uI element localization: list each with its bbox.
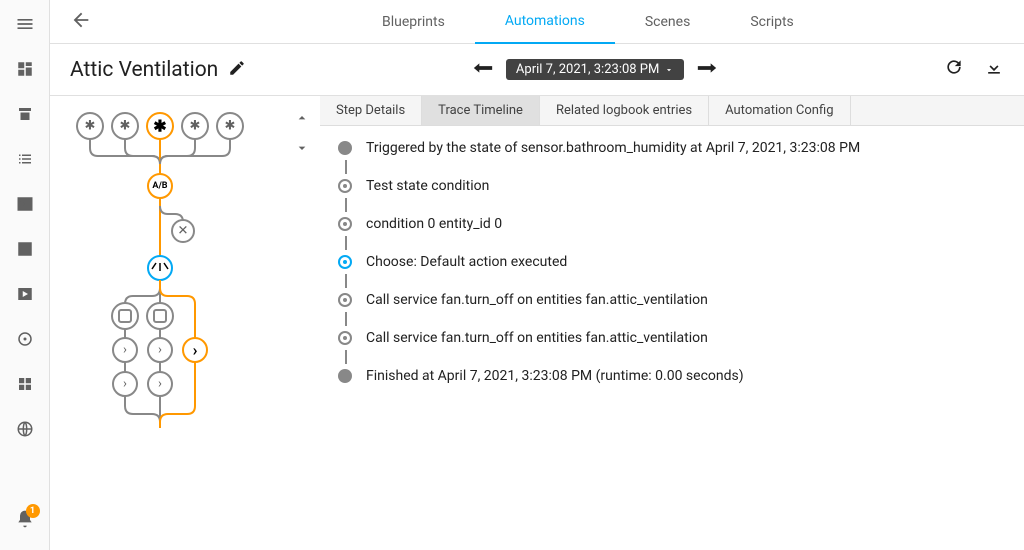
list-icon[interactable]	[16, 150, 34, 173]
tab-scripts[interactable]: Scripts	[720, 0, 823, 44]
detail-pane: Step Details Trace Timeline Related logb…	[320, 96, 1024, 550]
timeline-connector	[345, 198, 347, 212]
trace-datetime-text: April 7, 2021, 3:23:08 PM	[516, 62, 659, 77]
trace-timeline: Triggered by the state of sensor.bathroo…	[320, 126, 1024, 550]
tab-scenes[interactable]: Scenes	[615, 0, 720, 44]
edit-icon[interactable]	[228, 59, 246, 81]
timeline-connector	[345, 274, 347, 288]
timeline-step[interactable]: Finished at April 7, 2021, 3:23:08 PM (r…	[338, 368, 1006, 384]
terminal-icon[interactable]	[16, 195, 34, 218]
left-sidebar: 1	[0, 0, 50, 550]
timeline-marker	[338, 331, 352, 345]
detail-tab-timeline[interactable]: Trace Timeline	[422, 96, 540, 125]
energy-icon[interactable]	[16, 105, 34, 128]
timeline-step-label: Finished at April 7, 2021, 3:23:08 PM (r…	[366, 368, 744, 384]
hamburger-icon[interactable]	[15, 14, 35, 38]
chart-icon[interactable]	[16, 240, 34, 263]
svg-text:✱: ✱	[190, 119, 201, 134]
main-pane: Blueprints Automations Scenes Scripts At…	[50, 0, 1024, 550]
page-title: Attic Ventilation	[70, 58, 218, 82]
timeline-marker	[338, 217, 352, 231]
svg-text:✱: ✱	[225, 119, 236, 134]
timeline-step-label: Triggered by the state of sensor.bathroo…	[366, 140, 860, 156]
trace-graph[interactable]: ✱ ✱ ✱ ✱ ✱ A/B ✕	[65, 106, 295, 446]
timeline-connector	[345, 160, 347, 174]
svg-text:✱: ✱	[120, 119, 131, 134]
timeline-marker	[338, 293, 352, 307]
timeline-step[interactable]: Choose: Default action executed	[338, 254, 1006, 270]
next-trace-button[interactable]	[696, 59, 718, 80]
diagram-scroll-down[interactable]	[294, 140, 310, 160]
esphome-icon[interactable]	[16, 330, 34, 353]
timeline-step-label: Test state condition	[366, 178, 489, 194]
dashboard-icon[interactable]	[16, 60, 34, 83]
timeline-step-label: Call service fan.turn_off on entities fa…	[366, 292, 708, 308]
media-icon[interactable]	[16, 285, 34, 308]
timeline-marker	[338, 179, 352, 193]
trace-datetime-chip[interactable]: April 7, 2021, 3:23:08 PM	[506, 59, 684, 80]
notifications-icon[interactable]: 1	[15, 509, 35, 534]
timeline-step[interactable]: condition 0 entity_id 0	[338, 216, 1006, 232]
tab-automations[interactable]: Automations	[475, 0, 615, 44]
timeline-marker	[338, 369, 352, 383]
detail-tab-logbook[interactable]: Related logbook entries	[540, 96, 709, 125]
top-tabs: Blueprints Automations Scenes Scripts	[50, 0, 1024, 44]
timeline-step-label: Call service fan.turn_off on entities fa…	[366, 330, 708, 346]
svg-text:›: ›	[158, 377, 162, 392]
refresh-button[interactable]	[944, 57, 964, 82]
tab-blueprints[interactable]: Blueprints	[352, 0, 475, 44]
timeline-step[interactable]: Test state condition	[338, 178, 1006, 194]
diagram-scroll-up[interactable]	[294, 110, 310, 130]
trace-diagram-pane: ✱ ✱ ✱ ✱ ✱ A/B ✕	[50, 96, 320, 550]
globe-icon[interactable]	[16, 420, 34, 443]
svg-text:›: ›	[158, 343, 162, 358]
timeline-connector	[345, 350, 347, 364]
timeline-step[interactable]: Triggered by the state of sensor.bathroo…	[338, 140, 1006, 156]
svg-text:›: ›	[123, 377, 127, 392]
svg-text:✱: ✱	[153, 117, 166, 136]
svg-text:✕: ✕	[178, 224, 189, 239]
timeline-step[interactable]: Call service fan.turn_off on entities fa…	[338, 292, 1006, 308]
prev-trace-button[interactable]	[472, 59, 494, 80]
back-button[interactable]	[70, 9, 92, 35]
addons-icon[interactable]	[16, 375, 34, 398]
detail-tab-step[interactable]: Step Details	[320, 96, 422, 125]
timeline-connector	[345, 236, 347, 250]
timeline-marker	[338, 141, 352, 155]
detail-tabs: Step Details Trace Timeline Related logb…	[320, 96, 1024, 126]
svg-text:›: ›	[193, 341, 198, 360]
timeline-step[interactable]: Call service fan.turn_off on entities fa…	[338, 330, 1006, 346]
chevron-down-icon	[664, 65, 674, 75]
notifications-badge: 1	[26, 504, 40, 518]
timeline-step-label: Choose: Default action executed	[366, 254, 567, 270]
detail-tab-config[interactable]: Automation Config	[709, 96, 850, 125]
svg-text:✱: ✱	[85, 119, 96, 134]
download-button[interactable]	[984, 57, 1004, 82]
title-row: Attic Ventilation April 7, 2021, 3:23:08…	[50, 44, 1024, 96]
timeline-marker	[338, 255, 352, 269]
timeline-connector	[345, 312, 347, 326]
timeline-step-label: condition 0 entity_id 0	[366, 216, 502, 232]
svg-text:›: ›	[123, 343, 127, 358]
svg-text:A/B: A/B	[152, 181, 167, 191]
